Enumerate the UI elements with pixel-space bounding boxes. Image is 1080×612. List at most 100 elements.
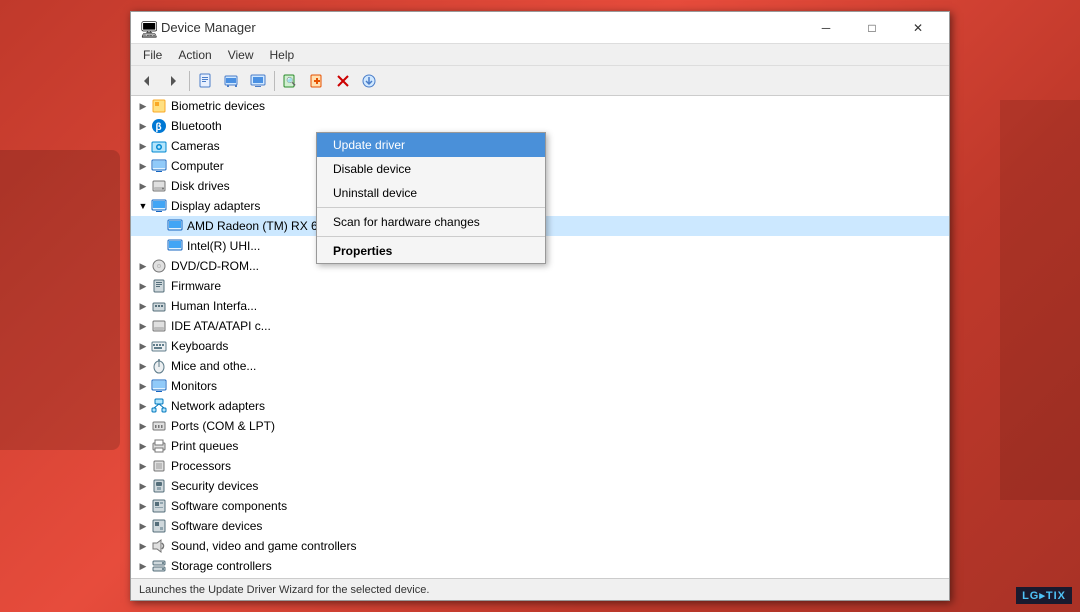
expand-biometric[interactable]: ▶ — [135, 98, 151, 114]
update-button[interactable] — [220, 69, 244, 93]
tree-item-network[interactable]: ▶ Network adapters — [131, 396, 949, 416]
expand-softwaredev[interactable]: ▶ — [135, 518, 151, 534]
remove-button[interactable] — [331, 69, 355, 93]
menu-help[interactable]: Help — [262, 46, 303, 64]
scan-button[interactable]: 🔍 — [279, 69, 303, 93]
svg-text:β: β — [156, 122, 162, 133]
label-print: Print queues — [171, 439, 238, 453]
main-content: ▶ Biometric devices ▶ β — [131, 96, 949, 578]
expand-cameras[interactable]: ▶ — [135, 138, 151, 154]
tree-item-ports[interactable]: ▶ Ports (COM & LPT) — [131, 416, 949, 436]
expand-ports[interactable]: ▶ — [135, 418, 151, 434]
label-amd: AMD Radeon (TM) RX 640 — [187, 219, 331, 233]
tree-item-softwaredev[interactable]: ▶ Software devices — [131, 516, 949, 536]
tree-item-storage[interactable]: ▶ Storage controllers — [131, 556, 949, 576]
label-firmware: Firmware — [171, 279, 221, 293]
ctx-properties[interactable]: Properties — [317, 239, 545, 263]
expand-softwarecomp[interactable]: ▶ — [135, 498, 151, 514]
expand-display[interactable]: ▼ — [135, 198, 151, 214]
tree-item-print[interactable]: ▶ Print queues — [131, 436, 949, 456]
download-button[interactable] — [357, 69, 381, 93]
ctx-uninstall-device[interactable]: Uninstall device — [317, 181, 545, 205]
icon-ports — [151, 418, 167, 434]
expand-sound[interactable]: ▶ — [135, 538, 151, 554]
expand-monitors[interactable]: ▶ — [135, 378, 151, 394]
context-menu: Update driver Disable device Uninstall d… — [316, 132, 546, 264]
expand-computer[interactable]: ▶ — [135, 158, 151, 174]
icon-biometric — [151, 98, 167, 114]
icon-network — [151, 398, 167, 414]
tree-item-system[interactable]: ▶ System devices — [131, 576, 949, 578]
label-network: Network adapters — [171, 399, 265, 413]
expand-network[interactable]: ▶ — [135, 398, 151, 414]
label-processors: Processors — [171, 459, 231, 473]
tree-item-ide[interactable]: ▶ IDE ATA/ATAPI c... — [131, 316, 949, 336]
menu-file[interactable]: File — [135, 46, 170, 64]
expand-security[interactable]: ▶ — [135, 478, 151, 494]
add-legacy-button[interactable] — [305, 69, 329, 93]
label-ide: IDE ATA/ATAPI c... — [171, 319, 271, 333]
tree-item-firmware[interactable]: ▶ Firmware — [131, 276, 949, 296]
right-decoration — [1000, 100, 1080, 500]
icon-display — [151, 198, 167, 214]
icon-softwaredev — [151, 518, 167, 534]
icon-human — [151, 298, 167, 314]
icon-intel — [167, 238, 183, 254]
forward-button[interactable] — [161, 69, 185, 93]
label-softwaredev: Software devices — [171, 519, 262, 533]
icon-ide — [151, 318, 167, 334]
device-manager-window: 🖥 Device Manager ─ □ ✕ File Action View … — [130, 11, 950, 601]
icon-storage — [151, 558, 167, 574]
tree-item-keyboards[interactable]: ▶ Keyboards — [131, 336, 949, 356]
tree-item-security[interactable]: ▶ Security devices — [131, 476, 949, 496]
menubar: File Action View Help — [131, 44, 949, 66]
icon-computer — [151, 158, 167, 174]
expand-keyboards[interactable]: ▶ — [135, 338, 151, 354]
label-biometric: Biometric devices — [171, 99, 265, 113]
label-computer: Computer — [171, 159, 224, 173]
expand-storage[interactable]: ▶ — [135, 558, 151, 574]
ctx-sep-1 — [317, 207, 545, 208]
ctx-update-driver[interactable]: Update driver — [317, 133, 545, 157]
icon-print — [151, 438, 167, 454]
toolbar-sep-1 — [189, 71, 190, 91]
expand-bluetooth[interactable]: ▶ — [135, 118, 151, 134]
tree-item-mice[interactable]: ▶ Mice and othe... — [131, 356, 949, 376]
expand-processors[interactable]: ▶ — [135, 458, 151, 474]
expand-ide[interactable]: ▶ — [135, 318, 151, 334]
expand-human[interactable]: ▶ — [135, 298, 151, 314]
minimize-button[interactable]: ─ — [803, 12, 849, 44]
icon-firmware — [151, 278, 167, 294]
close-button[interactable]: ✕ — [895, 12, 941, 44]
window-title: Device Manager — [161, 20, 803, 35]
back-button[interactable] — [135, 69, 159, 93]
tree-item-human[interactable]: ▶ Human Interfa... — [131, 296, 949, 316]
tree-item-softwarecomp[interactable]: ▶ Software components — [131, 496, 949, 516]
tree-item-processors[interactable]: ▶ Processors — [131, 456, 949, 476]
tree-item-monitors[interactable]: ▶ Monitors — [131, 376, 949, 396]
expand-disk[interactable]: ▶ — [135, 178, 151, 194]
expand-firmware[interactable]: ▶ — [135, 278, 151, 294]
icon-dvd — [151, 258, 167, 274]
expand-mice[interactable]: ▶ — [135, 358, 151, 374]
ctx-disable-device[interactable]: Disable device — [317, 157, 545, 181]
expand-dvd[interactable]: ▶ — [135, 258, 151, 274]
tree-item-sound[interactable]: ▶ Sound, video and game controllers — [131, 536, 949, 556]
label-human: Human Interfa... — [171, 299, 257, 313]
icon-bluetooth: β — [151, 118, 167, 134]
tree-item-biometric[interactable]: ▶ Biometric devices — [131, 96, 949, 116]
menu-view[interactable]: View — [220, 46, 262, 64]
properties-button[interactable] — [194, 69, 218, 93]
computer-button[interactable] — [246, 69, 270, 93]
label-keyboards: Keyboards — [171, 339, 228, 353]
label-dvd: DVD/CD-ROM... — [171, 259, 259, 273]
menu-action[interactable]: Action — [170, 46, 219, 64]
maximize-button[interactable]: □ — [849, 12, 895, 44]
watermark: LG▸TIX — [1016, 587, 1072, 604]
ctx-scan-hardware[interactable]: Scan for hardware changes — [317, 210, 545, 234]
left-decoration — [0, 150, 120, 450]
statusbar: Launches the Update Driver Wizard for th… — [131, 578, 949, 600]
label-intel: Intel(R) UHI... — [187, 239, 260, 253]
label-sound: Sound, video and game controllers — [171, 539, 356, 553]
expand-print[interactable]: ▶ — [135, 438, 151, 454]
